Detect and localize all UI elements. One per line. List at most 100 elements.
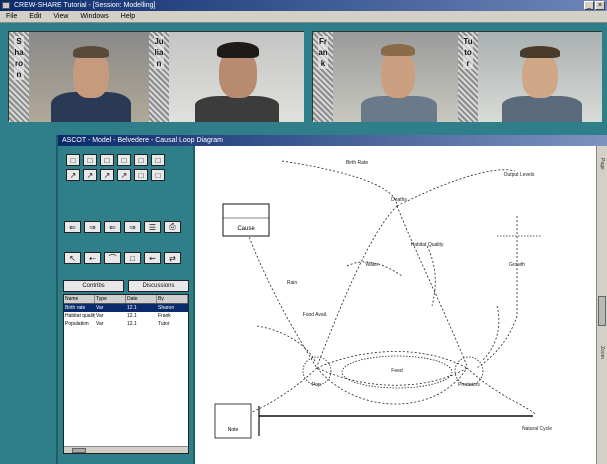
menu-file[interactable]: File — [6, 11, 17, 22]
list-row[interactable]: Birth rate Var 12.1 Sharon — [64, 304, 188, 312]
cell: Population — [65, 321, 89, 327]
menu-bar: File Edit View Windows Help — [0, 11, 607, 23]
causal-loop-diagram[interactable]: Cause Note Birth Rate Deaths Food Avail.… — [197, 146, 596, 464]
close-button[interactable]: × — [595, 1, 605, 10]
node-label: Natural Cycle — [522, 426, 552, 432]
horizontal-scrollbar[interactable] — [64, 446, 188, 453]
column-header[interactable]: Date — [126, 295, 157, 303]
list-row[interactable]: Habitat quality Var 12.1 Frank — [64, 312, 188, 320]
box-label: Cause — [237, 226, 255, 232]
menu-help[interactable]: Help — [121, 11, 135, 22]
shape-tool-button[interactable]: □ — [151, 154, 165, 166]
link-arrow — [396, 169, 516, 207]
tab-discussions[interactable]: Discussions — [128, 280, 189, 292]
edit-tool-button[interactable]: ⌒ — [104, 252, 121, 264]
scroll-thumb[interactable] — [598, 296, 606, 326]
shape-tool-button[interactable]: □ — [117, 154, 131, 166]
list-tool-button[interactable]: ☰ — [144, 221, 161, 233]
app-titlebar: ASCOT - Model - Belvedere - Causal Loop … — [58, 135, 607, 146]
column-header[interactable]: By — [157, 295, 188, 303]
node-label: Food Avail. — [303, 312, 328, 318]
arrow-tool-button[interactable]: ⇐ — [104, 221, 121, 233]
video-group-1: Sharon Julian — [8, 31, 304, 122]
shape-tool-button[interactable]: □ — [100, 154, 114, 166]
list-row[interactable]: Population Var 12.1 Tutor — [64, 320, 188, 328]
link-arrow — [241, 367, 318, 417]
menu-edit[interactable]: Edit — [29, 11, 41, 22]
shape-tool-button[interactable]: □ — [83, 154, 97, 166]
print-tool-button[interactable]: ⎙ — [164, 221, 181, 233]
shape-tool-button[interactable]: □ — [134, 154, 148, 166]
arrow-palette: ⇐ ⇒ ⇐ ⇒ ☰ ⎙ — [64, 221, 181, 233]
list-header: Name Type Date By — [64, 295, 188, 304]
video-feed[interactable] — [333, 32, 458, 122]
menu-windows[interactable]: Windows — [80, 11, 108, 22]
video-feed[interactable] — [478, 32, 602, 122]
edit-tool-button[interactable]: ⇠ — [84, 252, 101, 264]
link-arrow — [476, 315, 518, 369]
cell: Birth rate — [65, 305, 86, 311]
participant-name: Frank — [318, 36, 328, 69]
link-tool-button[interactable]: ↗ — [66, 169, 80, 181]
main-window-titlebar: CREW-SHARE Tutorial - [Session: Modellin… — [0, 0, 607, 11]
link-tool-button[interactable]: □ — [134, 169, 148, 181]
video-feed[interactable] — [29, 32, 149, 122]
node-label: Deaths — [391, 197, 407, 203]
node-label: Feed — [391, 368, 403, 374]
window-title: CREW-SHARE Tutorial - [Session: Modellin… — [14, 2, 156, 9]
link-tool-button[interactable]: ↗ — [117, 169, 131, 181]
arrow-tool-button[interactable]: ⇒ — [84, 221, 101, 233]
shape-palette: □ □ □ □ □ □ ↗ ↗ ↗ ↗ □ □ — [66, 154, 165, 181]
cell: 12.1 — [127, 321, 137, 327]
edit-tool-button[interactable]: ⇜ — [144, 252, 161, 264]
cell: Var — [96, 305, 104, 311]
link-tool-button[interactable]: ↗ — [83, 169, 97, 181]
arrow-tool-button[interactable]: ⇐ — [64, 221, 81, 233]
participant-name-tag: Frank — [313, 32, 333, 122]
link-tool-button[interactable]: ↗ — [100, 169, 114, 181]
link-arrow — [426, 245, 436, 307]
app-icon[interactable] — [2, 2, 10, 9]
vertical-scrollbar[interactable]: Page Zoom — [596, 146, 607, 464]
arrow-tool-button[interactable]: ⇒ — [124, 221, 141, 233]
minimize-button[interactable]: _ — [584, 1, 594, 10]
tab-contribs[interactable]: Contribs — [63, 280, 124, 292]
column-header[interactable]: Type — [95, 295, 126, 303]
scroll-thumb[interactable] — [72, 448, 86, 453]
link-arrow — [244, 225, 318, 369]
diagram-canvas[interactable]: Cause Note Birth Rate Deaths Food Avail.… — [197, 146, 596, 464]
link-arrow — [316, 351, 468, 369]
box-label: Note — [228, 427, 239, 433]
link-arrow — [466, 367, 536, 415]
node-label: Rain — [287, 280, 298, 286]
node-label: Water — [365, 262, 378, 268]
cell: Tutor — [158, 321, 170, 327]
node-label: Habitat Quality — [411, 242, 444, 248]
video-feed[interactable] — [169, 32, 304, 122]
cell: Frank — [158, 313, 171, 319]
edit-tool-button[interactable]: □ — [124, 252, 141, 264]
select-tool-button[interactable]: ↖ — [64, 252, 81, 264]
node-label: Predators — [458, 382, 480, 388]
modelling-application-window: ASCOT - Model - Belvedere - Causal Loop … — [56, 135, 607, 464]
edit-tool-button[interactable]: ⇄ — [164, 252, 181, 264]
desktop-background — [0, 128, 56, 464]
participant-name-tag: Julian — [149, 32, 169, 122]
cell: 12.1 — [127, 305, 137, 311]
link-tool-button[interactable]: □ — [151, 169, 165, 181]
node-label: Birth Rate — [346, 160, 368, 166]
participant-name: Sharon — [14, 36, 24, 80]
contribution-list: Name Type Date By Birth rate Var 12.1 Sh… — [63, 294, 189, 454]
scrollbar-label: Page — [599, 158, 605, 170]
cell: Habitat quality — [65, 313, 95, 319]
scrollbar-label: Zoom — [599, 346, 605, 359]
menu-view[interactable]: View — [53, 11, 68, 22]
node-label: Growth — [509, 262, 525, 268]
shape-tool-button[interactable]: □ — [66, 154, 80, 166]
link-arrow — [396, 205, 468, 367]
video-conference-strip: Sharon Julian Frank Tutor — [0, 23, 607, 128]
participant-name: Tutor — [463, 36, 473, 69]
link-arrow — [316, 205, 398, 367]
link-arrow — [256, 325, 316, 362]
column-header[interactable]: Name — [64, 295, 95, 303]
